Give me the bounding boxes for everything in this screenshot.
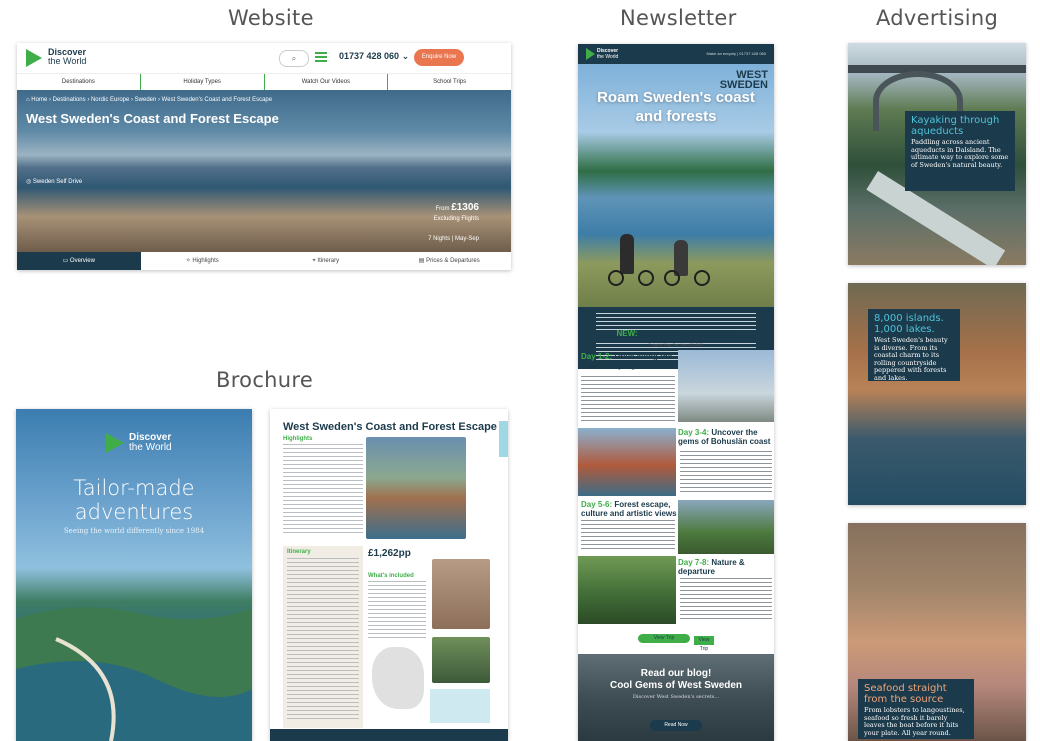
brochure-itinerary-box: Itinerary: [283, 546, 363, 728]
view-trip-button-small[interactable]: View Trip: [694, 636, 714, 652]
menu-icon[interactable]: [315, 52, 327, 62]
bike-wheel-icon: [608, 270, 624, 286]
brochure-footer: [270, 729, 508, 741]
nav-watch-videos[interactable]: Watch Our Videos: [265, 74, 389, 90]
discover-logo-icon: [26, 49, 42, 67]
blog-subtitle: Discover West Sweden's secrets...: [632, 694, 720, 700]
website-nav: Destinations Holiday Types Watch Our Vid…: [17, 73, 511, 91]
tab-highlights[interactable]: ✧ Highlights: [141, 252, 265, 270]
discover-logo-icon: [586, 48, 595, 60]
blog-heading: Read our blog!: [640, 668, 712, 679]
brochure-page: West Sweden's Coast and Forest Escape Hi…: [270, 409, 508, 741]
west-sweden-logo: WEST SWEDEN: [719, 69, 768, 91]
ad-islands: 8,000 islands. 1,000 lakes. West Sweden'…: [848, 283, 1026, 505]
brochure-forest-photo: [432, 637, 490, 683]
brochure-food-photo: [432, 559, 490, 629]
whats-included-heading: What's included: [368, 573, 414, 579]
discover-logo-icon: [106, 433, 124, 453]
brochure-subline: Seeing the world differently since 1984: [63, 527, 205, 535]
day-3-heading: Day 3-4: Uncover the gems of Bohuslän co…: [678, 428, 771, 446]
day-5-photo: [678, 500, 774, 554]
brochure-page-title: West Sweden's Coast and Forest Escape: [283, 421, 497, 433]
brochure-price: £1,262pp: [368, 548, 411, 559]
newsletter-logo[interactable]: Discover the World: [597, 48, 618, 60]
day-1-photo: [678, 350, 774, 422]
ad-kayaking-heading: Kayaking through aqueducts: [911, 115, 1000, 137]
bike-wheel-icon: [694, 270, 710, 286]
ad-kayaking: Kayaking through aqueducts Paddling acro…: [848, 43, 1026, 265]
trip-tags: ◎ Sweden Self Drive: [26, 179, 83, 185]
website-hero: ⌂ Home › Destinations › Nordic Europe › …: [17, 90, 511, 252]
bike-wheel-icon: [638, 270, 654, 286]
day-7-photo: [578, 556, 676, 624]
breadcrumb[interactable]: ⌂ Home › Destinations › Nordic Europe › …: [26, 97, 272, 103]
chevron-down-icon: ⌄: [401, 51, 410, 61]
section-title-newsletter: Newsletter: [620, 6, 737, 30]
website-tabs: ▭ Overview ✧ Highlights ⌖ Itinerary ▤ Pr…: [17, 252, 511, 270]
brochure-cover: Discover the World Tailor-made adventure…: [16, 409, 252, 741]
newsletter-mockup: Discover the World Make an enquiry | 017…: [578, 44, 774, 741]
newsletter-trip-summary: 7 nights May-Sep from £1,262*: [648, 342, 704, 347]
phone-number[interactable]: 01737 428 060 ⌄: [339, 51, 409, 62]
section-title-advertising: Advertising: [876, 6, 999, 30]
tab-overview[interactable]: ▭ Overview: [17, 252, 141, 270]
website-mockup: Discover the World ⌕ 01737 428 060 ⌄ Enq…: [17, 43, 511, 270]
brochure-tab: [499, 421, 508, 457]
search-button[interactable]: ⌕: [279, 50, 309, 67]
nav-destinations[interactable]: Destinations: [17, 74, 141, 90]
nav-school-trips[interactable]: School Trips: [388, 74, 511, 90]
cyclist-figure: [620, 234, 634, 274]
view-trip-button[interactable]: View Trip: [638, 634, 690, 643]
ad-islands-textbox: 8,000 islands. 1,000 lakes. West Sweden'…: [868, 309, 960, 381]
coastal-road-image: [16, 607, 252, 741]
ad-seafood: Seafood straight from the source From lo…: [848, 523, 1026, 741]
ad-kayaking-body: Paddling across ancient aqueducts in Dal…: [911, 138, 1009, 169]
newsletter-new-title: NEW: Coast and Forest Escape: [616, 329, 736, 338]
ad-islands-body: West Sweden's beauty is diverse. From it…: [874, 336, 948, 382]
brochure-logo: Discover the World: [129, 432, 172, 453]
tab-prices[interactable]: ▤ Prices & Departures: [388, 252, 512, 270]
newsletter-header: Discover the World Make an enquiry | 017…: [578, 44, 774, 64]
day-5-heading: Day 5-6: Forest escape, culture and arti…: [581, 500, 677, 518]
section-title-website: Website: [228, 6, 314, 30]
website-header: Discover the World ⌕ 01737 428 060 ⌄ Enq…: [17, 43, 511, 73]
website-logo[interactable]: Discover the World: [48, 48, 86, 66]
ad-seafood-body: From lobsters to langoustines, seafood s…: [864, 706, 965, 737]
day-1-heading: Day 1-2: Drive along the coast to Ljungs…: [581, 352, 673, 370]
read-now-button[interactable]: Read Now: [650, 720, 702, 731]
brochure-info-box: [430, 689, 490, 723]
day-3-photo: [578, 428, 676, 496]
day-7-heading: Day 7-8: Nature & departure: [678, 558, 745, 576]
bike-wheel-icon: [664, 270, 680, 286]
search-icon: ⌕: [291, 54, 297, 63]
enquire-now-button[interactable]: Enquire Now: [414, 49, 464, 66]
brochure-body-text: [283, 444, 363, 536]
newsletter-hero-title: Roam Sweden's coast and forests: [597, 89, 755, 125]
newsletter-blog-banner: Read our blog! Cool Gems of West Sweden …: [578, 654, 774, 741]
brochure-highlights-heading: Highlights: [283, 436, 313, 442]
ad-kayaking-textbox: Kayaking through aqueducts Paddling acro…: [905, 111, 1015, 191]
price-block: From £1306 Excluding Flights 7 Nights | …: [428, 202, 479, 243]
bridge-image: [848, 65, 1026, 73]
page-title: West Sweden's Coast and Forest Escape: [26, 111, 279, 126]
ad-seafood-textbox: Seafood straight from the source From lo…: [858, 679, 974, 739]
nav-holiday-types[interactable]: Holiday Types: [141, 74, 265, 90]
section-title-brochure: Brochure: [216, 368, 314, 392]
ad-seafood-heading: Seafood straight from the source: [864, 683, 947, 705]
price-value: £1306: [451, 202, 479, 213]
blog-title: Cool Gems of West Sweden: [609, 680, 743, 691]
newsletter-contact[interactable]: Make an enquiry | 01737 428 060: [706, 51, 766, 56]
tab-itinerary[interactable]: ⌖ Itinerary: [264, 252, 388, 270]
brochure-headline: Tailor-made adventures: [73, 476, 195, 524]
brochure-map: [372, 647, 424, 709]
brochure-coast-photo: [366, 437, 466, 539]
ad-islands-heading: 8,000 islands. 1,000 lakes.: [874, 313, 944, 335]
newsletter-hero: WEST SWEDEN Roam Sweden's coast and fore…: [578, 64, 774, 307]
